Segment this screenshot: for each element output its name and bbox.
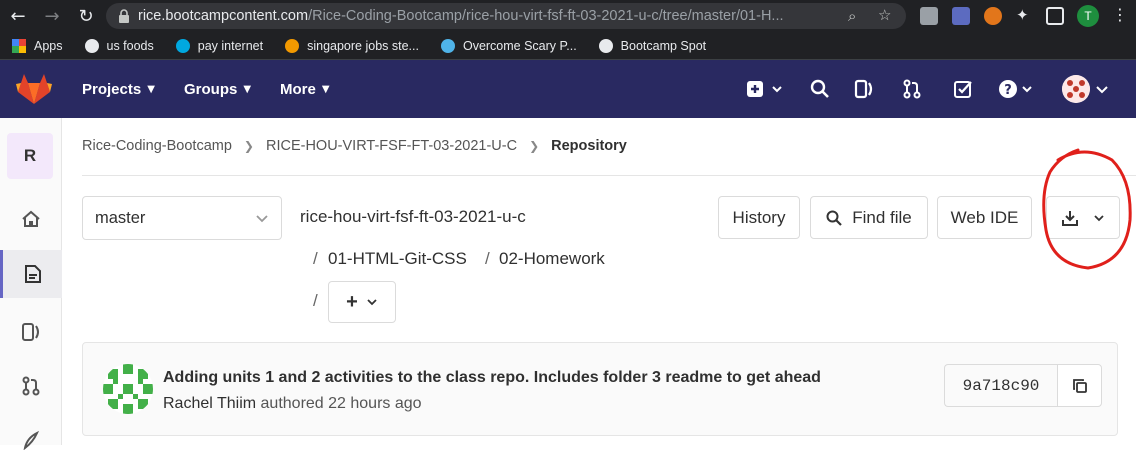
nav-more[interactable]: More ▼: [280, 60, 330, 118]
globe-icon: [598, 38, 613, 53]
avatar-pattern-icon: [1062, 75, 1090, 103]
chevron-down-icon: ▼: [147, 83, 155, 95]
metamask-icon[interactable]: [984, 7, 1002, 25]
address-bar[interactable]: rice.bootcampcontent.com/Rice-Coding-Boo…: [106, 3, 906, 29]
apps-grid-icon: [12, 38, 26, 53]
plus-icon: +: [346, 290, 358, 313]
chevron-down-icon[interactable]: [1095, 79, 1109, 99]
bookmark-overcome[interactable]: Overcome Scary P...: [440, 38, 577, 53]
profile-avatar[interactable]: T: [1077, 5, 1099, 27]
chevron-down-icon: ▼: [243, 83, 252, 95]
copy-sha-button[interactable]: [1057, 364, 1102, 407]
commit-author-link[interactable]: Rachel Thiim: [163, 395, 256, 412]
sidebar-item-merge-requests[interactable]: [0, 362, 62, 410]
breadcrumb-project[interactable]: RICE-HOU-VIRT-FSF-FT-03-2021-U-C: [266, 138, 517, 154]
commit-authored-time: authored 22 hours ago: [260, 395, 422, 412]
globe-icon: [84, 38, 99, 53]
project-sidebar: R: [0, 118, 62, 450]
chevron-right-icon: ❯: [529, 139, 540, 153]
path-separator: /: [313, 249, 318, 268]
gitlab-header: Projects ▼ Groups ▼ More ▼ ?: [0, 60, 1136, 118]
user-avatar[interactable]: [1062, 75, 1090, 103]
nav-projects[interactable]: Projects ▼: [82, 60, 155, 118]
bookmark-singapore-jobs[interactable]: singapore jobs ste...: [285, 38, 419, 53]
commit-author-avatar[interactable]: [103, 364, 153, 414]
jobs-icon: [285, 38, 300, 53]
web-ide-button[interactable]: Web IDE: [937, 196, 1032, 239]
project-avatar[interactable]: R: [7, 133, 53, 179]
history-button[interactable]: History: [718, 196, 800, 239]
chevron-down-icon: [367, 299, 377, 306]
path-segment-link[interactable]: 02-Homework: [499, 249, 605, 269]
bookmark-us-foods[interactable]: us foods: [84, 38, 154, 53]
sidebar-item-issues[interactable]: [0, 308, 62, 356]
new-item-plus-icon[interactable]: [746, 79, 786, 99]
browser-toolbar: ← → ↻ rice.bootcampcontent.com/Rice-Codi…: [0, 0, 1136, 32]
search-icon[interactable]: [810, 79, 830, 99]
back-icon[interactable]: ←: [2, 0, 34, 32]
sidebar-item-repository[interactable]: [0, 250, 62, 298]
bookmark-apps[interactable]: Apps: [12, 38, 63, 53]
merge-requests-icon: [22, 376, 40, 396]
bookmark-bootcamp-spot[interactable]: Bootcamp Spot: [598, 38, 706, 53]
commit-title-link[interactable]: Adding units 1 and 2 activities to the c…: [163, 369, 821, 387]
path-root-link[interactable]: rice-hou-virt-fsf-ft-03-2021-u-c: [300, 207, 526, 227]
path-separator: /: [313, 291, 318, 310]
svg-text:?: ?: [1004, 83, 1012, 98]
issues-icon: [22, 323, 39, 341]
menu-kebab-icon[interactable]: ⋮: [1112, 5, 1128, 24]
search-icon: [826, 210, 843, 226]
last-commit-panel: Adding units 1 and 2 activities to the c…: [82, 342, 1118, 436]
annotation-circle: [1042, 148, 1132, 270]
zoom-icon[interactable]: ⌕: [848, 7, 856, 25]
extensions-puzzle-icon[interactable]: ✦: [1016, 6, 1029, 24]
merge-requests-icon[interactable]: [902, 79, 922, 99]
bookmark-star-icon[interactable]: ☆: [878, 6, 891, 24]
nav-groups[interactable]: Groups ▼: [184, 60, 251, 118]
m-icon: [440, 38, 455, 53]
copy-icon: [1072, 378, 1087, 393]
url-text: rice.bootcampcontent.com/Rice-Coding-Boo…: [138, 8, 784, 24]
help-icon[interactable]: ?: [998, 79, 1038, 99]
commit-meta: Rachel Thiim authored 22 hours ago: [163, 395, 422, 413]
extension-icon[interactable]: [920, 7, 938, 25]
bookmarks-bar: Apps us foods pay internet singapore job…: [0, 32, 1136, 60]
chevron-down-icon: [256, 215, 268, 223]
cast-icon[interactable]: [1046, 7, 1064, 25]
rocket-icon: [23, 430, 40, 450]
commit-sha-link[interactable]: 9a718c90: [944, 364, 1057, 407]
reload-icon[interactable]: ↻: [70, 0, 102, 32]
extension-icon[interactable]: [952, 7, 970, 25]
forward-icon[interactable]: →: [36, 0, 68, 32]
home-icon: [22, 210, 40, 227]
todos-icon[interactable]: [953, 79, 973, 99]
lock-icon: [119, 9, 129, 23]
path-segment-link[interactable]: 01-HTML-Git-CSS: [328, 249, 467, 269]
chevron-down-icon: ▼: [321, 83, 330, 95]
chevron-right-icon: ❯: [243, 139, 254, 153]
document-icon: [24, 265, 41, 283]
bookmark-pay-internet[interactable]: pay internet: [175, 38, 263, 53]
breadcrumb-repository[interactable]: Repository: [551, 138, 627, 154]
sidebar-item-ci-cd[interactable]: [0, 416, 62, 464]
divider: [82, 175, 1136, 176]
breadcrumb: Rice-Coding-Bootcamp ❯ RICE-HOU-VIRT-FSF…: [82, 136, 627, 156]
path-separator: /: [485, 249, 490, 268]
sidebar-item-project-overview[interactable]: [0, 195, 62, 243]
gitlab-logo-icon[interactable]: [16, 73, 52, 105]
add-to-tree-button[interactable]: +: [328, 281, 396, 323]
att-icon: [175, 38, 190, 53]
identicon-icon: [103, 364, 153, 414]
branch-select[interactable]: master: [82, 196, 282, 240]
issues-icon[interactable]: [854, 79, 874, 99]
breadcrumb-group[interactable]: Rice-Coding-Bootcamp: [82, 138, 232, 154]
find-file-button[interactable]: Find file: [810, 196, 928, 239]
